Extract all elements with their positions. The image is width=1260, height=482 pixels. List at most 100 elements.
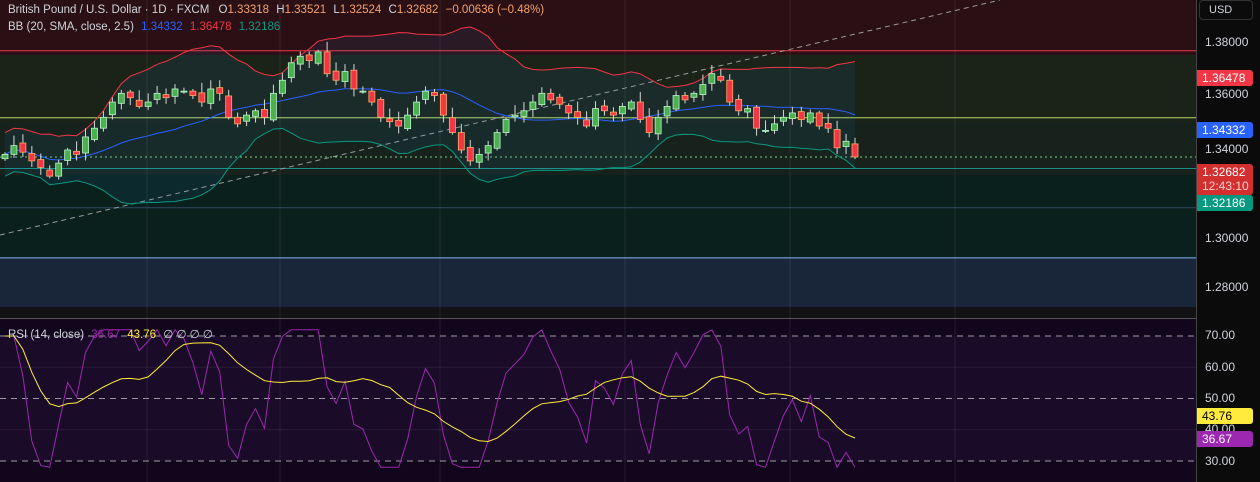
- bb-basis-tag: 1.34332: [1197, 122, 1253, 138]
- candle-down: [323, 51, 331, 75]
- bb-upper-value: 1.36478: [189, 21, 232, 33]
- bb-basis-value: 1.34332: [141, 21, 183, 33]
- rsi-legend[interactable]: RSI (14, close) 36.67 43.76 ∅ ∅ ∅ ∅: [8, 327, 213, 341]
- candle-up: [672, 95, 680, 110]
- candle-down: [815, 112, 823, 127]
- candle-up: [153, 92, 161, 100]
- last-price: 1.32682: [1202, 165, 1246, 179]
- low-value: 1.32524: [339, 4, 382, 16]
- candle-up: [117, 92, 125, 104]
- candle-down: [19, 142, 27, 153]
- price-pane[interactable]: British Pound / U.S. Dollar · 1D · FXCM …: [0, 0, 1196, 318]
- rsi-tick: 30.00: [1205, 454, 1236, 468]
- candle-down: [395, 119, 403, 127]
- candle-down: [73, 150, 80, 155]
- candle-up: [207, 88, 215, 104]
- candle-down: [332, 70, 340, 81]
- candle-up: [538, 92, 546, 106]
- bb-legend[interactable]: BB (20, SMA, close, 2.5) 1.34332 1.36478…: [8, 21, 280, 33]
- candle-up: [10, 145, 18, 155]
- candle-down: [448, 117, 456, 133]
- candle-down: [46, 169, 54, 177]
- candle-down: [565, 105, 573, 114]
- rsi-ma-value: 43.76: [127, 329, 157, 341]
- candle-down: [574, 111, 582, 118]
- rsi-band: [0, 336, 1196, 461]
- candle-down: [636, 101, 644, 120]
- candle-up: [502, 119, 510, 133]
- candle-up: [771, 123, 778, 131]
- candle-up: [806, 112, 814, 123]
- bb-upper-tag: 1.36478: [1197, 70, 1253, 86]
- candle-up: [180, 90, 188, 93]
- bb-fill: [5, 27, 855, 204]
- candle-up: [296, 55, 304, 65]
- candle-up: [493, 132, 501, 149]
- candle-up: [780, 116, 787, 122]
- candle-up: [592, 108, 599, 127]
- price-tick: 1.30000: [1205, 231, 1249, 245]
- candle-up: [618, 106, 626, 115]
- candle-down: [431, 92, 438, 96]
- candle-down: [457, 132, 465, 151]
- candle-up: [270, 92, 277, 121]
- candle-up: [404, 114, 412, 130]
- candle-down: [377, 99, 385, 118]
- candle-up: [243, 114, 250, 122]
- candle-down: [717, 75, 725, 81]
- candle-up: [359, 90, 367, 93]
- price-chart: [0, 0, 1196, 318]
- candle-down: [681, 95, 689, 101]
- currency-button[interactable]: USD: [1199, 0, 1253, 20]
- candle-up: [278, 79, 286, 94]
- candle-up: [627, 101, 635, 110]
- bar-countdown: 12:43:10: [1202, 179, 1249, 193]
- candle-up: [663, 106, 671, 117]
- rsi-extra-values: ∅ ∅ ∅ ∅: [163, 329, 213, 341]
- candle-up: [413, 101, 420, 116]
- candle-up: [82, 136, 89, 154]
- high-label: H: [276, 4, 285, 16]
- candle-up: [108, 101, 116, 116]
- change-value: −0.00636 (−0.48%): [445, 4, 545, 16]
- candle-up: [1, 153, 9, 160]
- candle-up: [64, 149, 72, 161]
- candle-up: [529, 101, 537, 110]
- candle-down: [368, 90, 376, 103]
- candle-down: [162, 94, 170, 99]
- candle-up: [788, 112, 796, 120]
- symbol-legend[interactable]: British Pound / U.S. Dollar · 1D · FXCM …: [8, 4, 544, 16]
- candle-down: [350, 69, 358, 90]
- candle-down: [440, 93, 447, 116]
- candle-up: [842, 140, 850, 147]
- candle-down: [305, 54, 313, 62]
- candle-up: [171, 88, 179, 97]
- candle-down: [833, 129, 841, 149]
- price-axis[interactable]: USD 1.38000 1.36000 1.34000 1.30000 1.28…: [1196, 0, 1260, 482]
- candle-up: [690, 92, 698, 98]
- candle-down: [824, 123, 832, 129]
- candle-up: [55, 162, 63, 177]
- candle-up: [699, 84, 707, 96]
- candle-up: [144, 101, 152, 107]
- candle-down: [851, 143, 859, 158]
- rsi-tick: 50.00: [1205, 391, 1236, 405]
- price-tick: 1.34000: [1205, 142, 1249, 156]
- candle-up: [422, 90, 429, 100]
- candle-up: [484, 145, 492, 154]
- rsi-tick: 60.00: [1205, 360, 1236, 374]
- bb-lower-value: 1.32186: [238, 21, 281, 33]
- candle-up: [708, 73, 716, 84]
- candle-down: [135, 99, 143, 107]
- candle-down: [645, 116, 653, 133]
- candle-down: [753, 106, 760, 129]
- candle-down: [735, 99, 743, 112]
- candle-down: [547, 92, 555, 101]
- high-value: 1.33521: [284, 4, 327, 16]
- rsi-pane[interactable]: RSI (14, close) 36.67 43.76 ∅ ∅ ∅ ∅: [0, 319, 1196, 482]
- candle-down: [466, 146, 474, 162]
- candle-down: [386, 118, 394, 123]
- candle-down: [726, 79, 734, 103]
- candle-up: [252, 110, 259, 117]
- candle-down: [601, 105, 608, 112]
